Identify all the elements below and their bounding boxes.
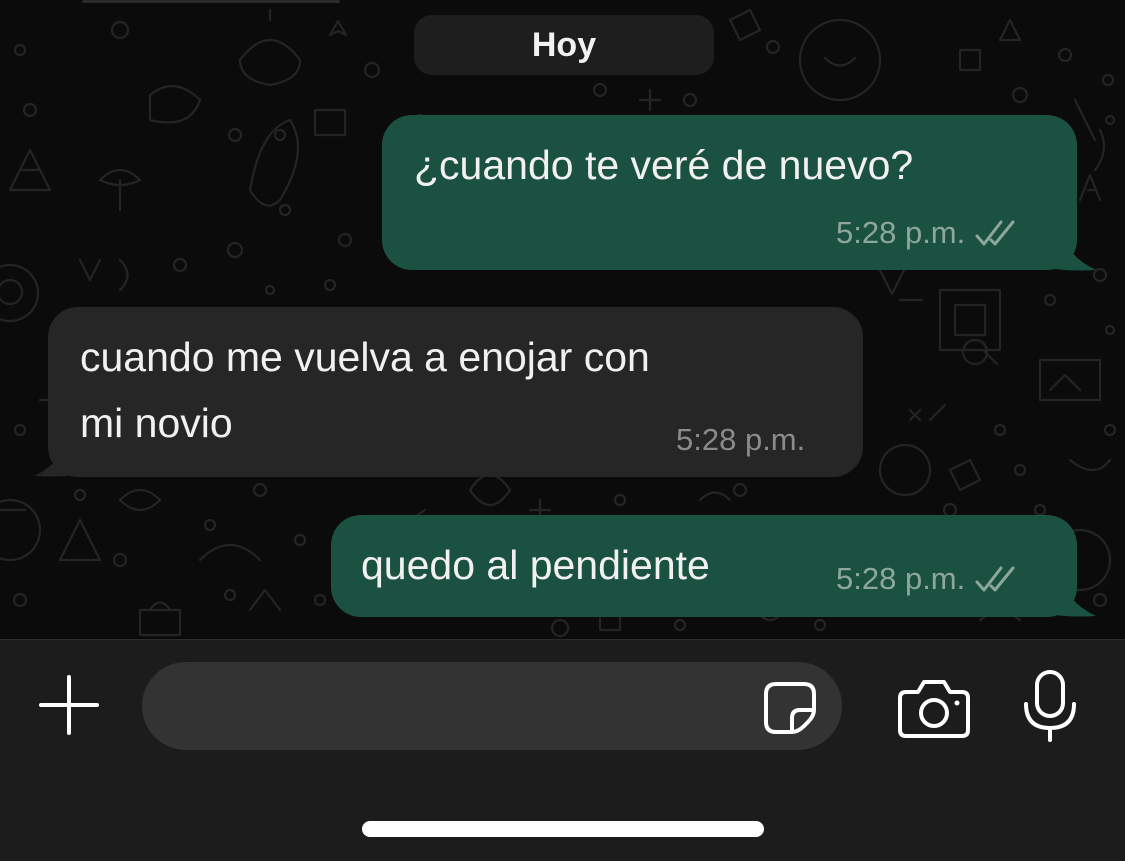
home-indicator[interactable] bbox=[362, 821, 764, 837]
message-meta: 5:28 p.m. bbox=[836, 215, 1019, 251]
chat-area[interactable]: Hoy ¿cuando te veré de nuevo? 5:28 p.m. … bbox=[0, 0, 1125, 639]
message-text-line: cuando me vuelva a enojar con bbox=[80, 334, 650, 380]
message-meta: 5:28 p.m. bbox=[836, 561, 1019, 597]
message-input[interactable] bbox=[142, 662, 842, 750]
sticker-icon bbox=[764, 682, 816, 734]
double-check-icon bbox=[975, 566, 1015, 592]
camera-button[interactable] bbox=[896, 676, 972, 740]
message-text: ¿cuando te veré de nuevo? bbox=[414, 142, 914, 188]
attach-button[interactable] bbox=[36, 672, 102, 738]
scroll-edge-line bbox=[82, 0, 340, 3]
date-separator-label: Hoy bbox=[531, 25, 597, 64]
message-text: quedo al pendiente bbox=[361, 542, 710, 588]
microphone-icon bbox=[1024, 670, 1076, 742]
plus-icon bbox=[39, 675, 99, 735]
sticker-button[interactable] bbox=[762, 680, 818, 736]
message-time: 5:28 p.m. bbox=[836, 215, 966, 250]
double-check-icon bbox=[975, 220, 1015, 246]
camera-icon bbox=[898, 680, 970, 738]
voice-message-button[interactable] bbox=[1020, 668, 1080, 744]
message-meta: 5:28 p.m. bbox=[676, 422, 805, 458]
message-time: 5:28 p.m. bbox=[676, 422, 806, 457]
message-text-line: mi novio bbox=[80, 400, 233, 446]
date-separator: Hoy bbox=[414, 15, 714, 75]
message-time: 5:28 p.m. bbox=[836, 561, 966, 596]
